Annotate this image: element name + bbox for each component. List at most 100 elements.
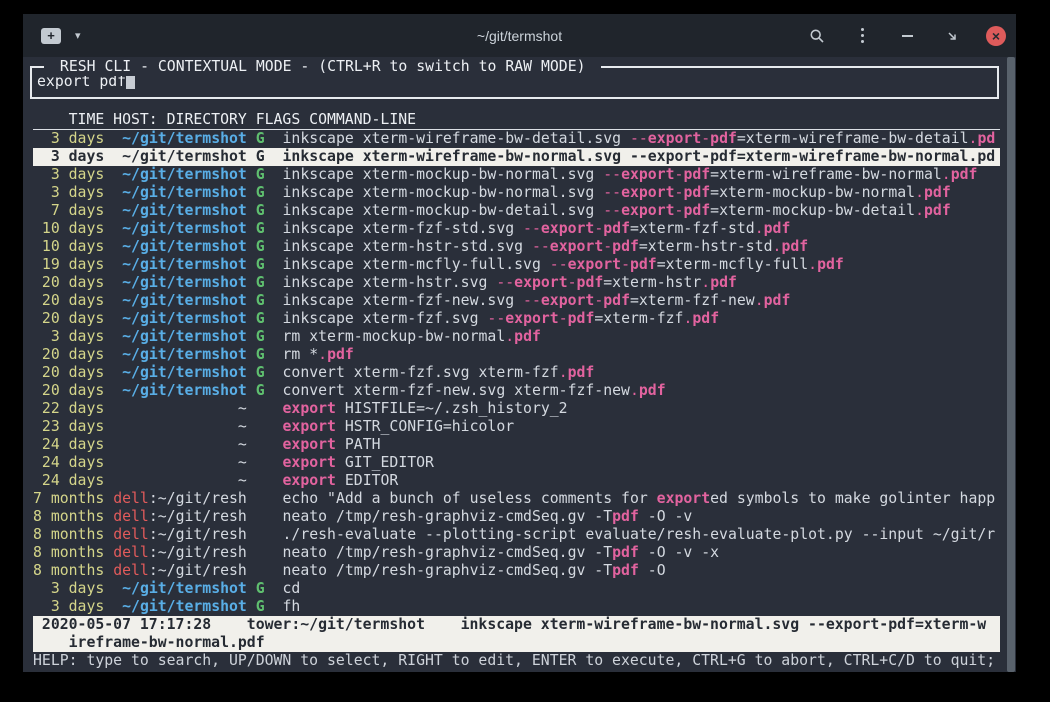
row-time: 3 days: [33, 328, 104, 345]
row-flags: [256, 454, 265, 471]
row-command: inkscape xterm-wireframe-bw-normal.svg -…: [283, 148, 996, 165]
row-time: 24 days: [33, 472, 104, 489]
history-row[interactable]: 3 days ~/git/termshot G inkscape xterm-m…: [33, 184, 1000, 202]
row-time: 20 days: [33, 274, 104, 291]
row-command: export HSTR_CONFIG=hicolor: [283, 418, 515, 435]
history-row[interactable]: 10 days ~/git/termshot G inkscape xterm-…: [33, 220, 1000, 238]
row-time: 10 days: [33, 238, 104, 255]
row-command: export EDITOR: [283, 472, 399, 489]
history-row[interactable]: 3 days ~/git/termshot G fh: [33, 598, 1000, 616]
row-time: 20 days: [33, 310, 104, 327]
chevron-down-icon[interactable]: ▾: [75, 29, 81, 42]
row-flags: [256, 562, 265, 579]
history-row[interactable]: 7 months dell:~/git/resh echo "Add a bun…: [33, 490, 1000, 508]
row-command: rm xterm-mockup-bw-normal.pdf: [283, 328, 541, 345]
row-time: 8 months: [33, 526, 104, 543]
history-row[interactable]: 20 days ~/git/termshot G convert xterm-f…: [33, 364, 1000, 382]
scrollbar-thumb[interactable]: [1007, 57, 1015, 672]
row-time: 8 months: [33, 562, 104, 579]
history-row[interactable]: 23 days ~ export HSTR_CONFIG=hicolor: [33, 418, 1000, 436]
row-host-directory: dell:~/git/resh: [113, 508, 247, 525]
history-row[interactable]: 19 days ~/git/termshot G inkscape xterm-…: [33, 256, 1000, 274]
history-row[interactable]: 20 days ~/git/termshot G rm *.pdf: [33, 346, 1000, 364]
row-host-directory: ~/git/termshot: [113, 220, 247, 237]
row-host-directory: ~/git/termshot: [113, 256, 247, 273]
history-row[interactable]: 8 months dell:~/git/resh neato /tmp/resh…: [33, 508, 1000, 526]
row-command: neato /tmp/resh-graphviz-cmdSeq.gv -Tpdf…: [283, 508, 693, 525]
row-host-directory: ~/git/termshot: [113, 184, 247, 201]
history-row[interactable]: 3 days ~/git/termshot G inkscape xterm-w…: [33, 130, 1000, 148]
search-icon[interactable]: [806, 25, 828, 47]
row-time: 3 days: [33, 148, 104, 165]
terminal-window: + ▾ ~/git/termshot × RESH C: [23, 14, 1016, 672]
history-row[interactable]: 3 days ~/git/termshot G inkscape xterm-w…: [33, 148, 1000, 166]
row-host-directory: dell:~/git/resh: [113, 544, 247, 561]
row-time: 3 days: [33, 166, 104, 183]
resh-search-box[interactable]: RESH CLI - CONTEXTUAL MODE - (CTRL+R to …: [30, 66, 999, 99]
row-host-directory: dell:~/git/resh: [113, 562, 247, 579]
row-command: ./resh-evaluate --plotting-script evalua…: [283, 526, 996, 543]
history-row[interactable]: 20 days ~/git/termshot G inkscape xterm-…: [33, 274, 1000, 292]
history-row[interactable]: 20 days ~/git/termshot G convert xterm-f…: [33, 382, 1000, 400]
row-command: inkscape xterm-mcfly-full.svg --export-p…: [283, 256, 844, 273]
row-host-directory: ~: [113, 472, 247, 489]
titlebar[interactable]: + ▾ ~/git/termshot ×: [23, 14, 1016, 57]
row-host-directory: ~/git/termshot: [113, 148, 247, 165]
history-row[interactable]: 22 days ~ export HISTFILE=~/.zsh_history…: [33, 400, 1000, 418]
row-flags: [256, 526, 265, 543]
history-row[interactable]: 3 days ~/git/termshot G inkscape xterm-m…: [33, 166, 1000, 184]
history-row[interactable]: 8 months dell:~/git/resh ./resh-evaluate…: [33, 526, 1000, 544]
history-row[interactable]: 24 days ~ export GIT_EDITOR: [33, 454, 1000, 472]
history-row[interactable]: 20 days ~/git/termshot G inkscape xterm-…: [33, 310, 1000, 328]
restore-button[interactable]: [941, 25, 963, 47]
row-host-directory: ~: [113, 454, 247, 471]
row-flags: G: [256, 292, 265, 309]
row-host-directory: ~/git/termshot: [113, 202, 247, 219]
history-row[interactable]: 3 days ~/git/termshot G rm xterm-mockup-…: [33, 328, 1000, 346]
history-row[interactable]: 24 days ~ export PATH: [33, 436, 1000, 454]
row-host-directory: ~/git/termshot: [113, 580, 247, 597]
row-host-directory: ~/git/termshot: [113, 274, 247, 291]
history-row[interactable]: 8 months dell:~/git/resh neato /tmp/resh…: [33, 562, 1000, 580]
row-flags: G: [256, 166, 265, 183]
row-host-directory: ~/git/termshot: [113, 238, 247, 255]
row-time: 8 months: [33, 544, 104, 561]
minimize-button[interactable]: [896, 25, 918, 47]
row-time: 19 days: [33, 256, 104, 273]
history-row[interactable]: 3 days ~/git/termshot G cd: [33, 580, 1000, 598]
row-flags: G: [256, 310, 265, 327]
history-row[interactable]: 8 months dell:~/git/resh neato /tmp/resh…: [33, 544, 1000, 562]
row-flags: [256, 418, 265, 435]
row-host-directory: ~/git/termshot: [113, 292, 247, 309]
row-time: 23 days: [33, 418, 104, 435]
new-tab-icon[interactable]: +: [41, 28, 61, 44]
row-command: export PATH: [283, 436, 381, 453]
history-row[interactable]: 10 days ~/git/termshot G inkscape xterm-…: [33, 238, 1000, 256]
row-time: 3 days: [33, 184, 104, 201]
menu-kebab-icon[interactable]: [851, 25, 873, 47]
row-flags: G: [256, 256, 265, 273]
row-time: 3 days: [33, 598, 104, 615]
close-button[interactable]: ×: [986, 26, 1006, 46]
row-time: 8 months: [33, 508, 104, 525]
row-command: neato /tmp/resh-graphviz-cmdSeq.gv -Tpdf…: [283, 544, 720, 561]
row-command: inkscape xterm-hstr-std.svg --export-pdf…: [283, 238, 809, 255]
status-line-1: 2020-05-07 17:17:28 tower:~/git/termshot…: [33, 616, 1000, 634]
row-host-directory: ~: [113, 418, 247, 435]
row-command: echo "Add a bunch of useless comments fo…: [283, 490, 996, 507]
row-command: inkscape xterm-fzf-std.svg --export-pdf=…: [283, 220, 791, 237]
row-flags: G: [256, 238, 265, 255]
history-row[interactable]: 24 days ~ export EDITOR: [33, 472, 1000, 490]
row-time: 20 days: [33, 292, 104, 309]
row-command: export GIT_EDITOR: [283, 454, 434, 471]
history-row[interactable]: 7 days ~/git/termshot G inkscape xterm-m…: [33, 202, 1000, 220]
history-list: 3 days ~/git/termshot G inkscape xterm-w…: [33, 130, 1000, 616]
history-row[interactable]: 20 days ~/git/termshot G inkscape xterm-…: [33, 292, 1000, 310]
row-flags: G: [256, 580, 265, 597]
row-command: convert xterm-fzf.svg xterm-fzf.pdf: [283, 364, 595, 381]
row-command: convert xterm-fzf-new.svg xterm-fzf-new.…: [283, 382, 666, 399]
row-command: export HISTFILE=~/.zsh_history_2: [283, 400, 568, 417]
row-time: 20 days: [33, 364, 104, 381]
row-host-directory: ~/git/termshot: [113, 346, 247, 363]
row-time: 3 days: [33, 580, 104, 597]
